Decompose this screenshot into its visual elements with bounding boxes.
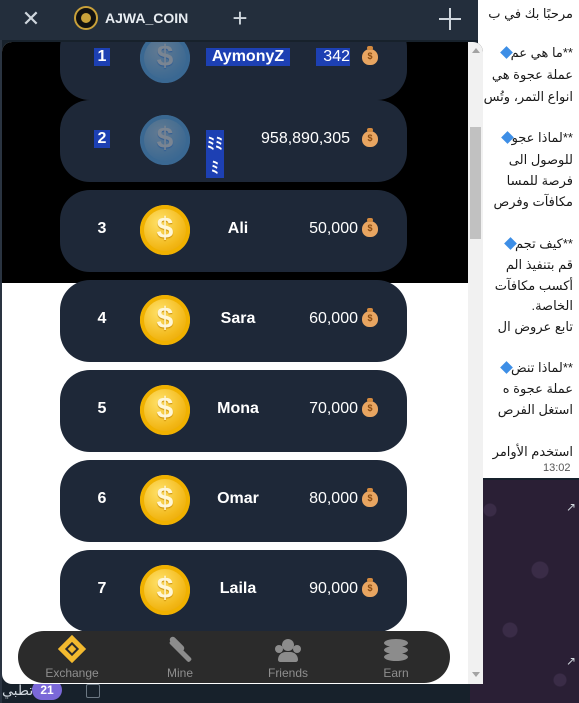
code-icon[interactable] <box>86 684 100 698</box>
nav-earn[interactable]: Earn <box>342 631 450 683</box>
chat-line: تابع عروض ال <box>497 319 573 334</box>
money-bag-icon <box>362 488 378 507</box>
chat-line: **لماذا عجو <box>499 130 573 146</box>
rank-number: 5 <box>97 400 107 417</box>
chat-line: أكسب مكافآت <box>494 278 573 293</box>
chat-line: عملة عجوة هي <box>491 67 573 82</box>
nav-mine[interactable]: Mine <box>126 631 234 683</box>
chat-line-text: **لماذا عجو <box>511 130 573 145</box>
message-timestamp: 13:02 <box>543 462 571 474</box>
dollar-coin-icon <box>140 205 190 255</box>
money-bag-icon <box>362 578 378 597</box>
rank-number: 3 <box>97 220 107 237</box>
dollar-coin-icon <box>140 42 190 83</box>
app-logo-icon <box>74 6 98 30</box>
rank-number: 6 <box>97 490 107 507</box>
nav-friends[interactable]: Friends <box>234 631 342 683</box>
player-name: ﾐﾐﾐ <box>206 130 224 178</box>
chat-line-text: **ما هي عم <box>510 45 573 60</box>
move-icon[interactable] <box>439 8 461 30</box>
close-button[interactable]: ✕ <box>20 8 42 30</box>
nav-label: Friends <box>267 666 308 680</box>
chat-line: الخاصة. <box>531 298 573 313</box>
pickaxe-icon <box>166 635 194 663</box>
player-score: 90,000 <box>309 580 358 597</box>
dollar-coin-icon <box>140 385 190 435</box>
nav-exchange[interactable]: Exchange <box>18 631 126 683</box>
bottom-navigation: Exchange Mine Friends Earn <box>18 631 450 683</box>
nav-label: Earn <box>383 666 409 680</box>
chat-line: فرصة للمسا <box>506 173 573 188</box>
coins-stack-icon <box>382 635 410 663</box>
scroll-up-arrow-icon[interactable] <box>472 48 480 53</box>
chat-line: **كيف تجم <box>502 236 573 252</box>
chat-line: عملة عجوة ه <box>502 381 573 396</box>
chat-line-text: **كيف تجم <box>515 236 573 251</box>
player-name: Ali <box>227 220 249 237</box>
money-bag-icon <box>362 398 378 417</box>
chat-line: استغل الفرص <box>497 402 573 417</box>
chat-line-text: **لماذا تنض <box>510 360 573 375</box>
player-score: 60,000 <box>309 310 358 327</box>
player-name: Mona <box>217 400 259 417</box>
chat-line: قم بتنفيذ الم <box>505 257 573 272</box>
scrollbar-thumb[interactable] <box>470 127 481 239</box>
player-name: Omar <box>217 490 259 507</box>
dollar-coin-icon <box>140 115 190 165</box>
nav-label: Mine <box>166 666 193 680</box>
dollar-coin-icon <box>140 295 190 345</box>
player-score: 342 <box>316 48 350 66</box>
chat-line: استخدم الأوامر <box>492 444 573 459</box>
player-score: 70,000 <box>309 400 358 417</box>
chat-line: مرحبًا بك في ب <box>488 6 573 21</box>
leaderboard-card[interactable]: 5 Mona 70,000 <box>60 370 407 452</box>
friends-icon <box>274 635 302 663</box>
expand-arrow-icon[interactable]: ↗ <box>566 500 576 514</box>
expand-arrow-icon[interactable]: ↗ <box>566 654 576 668</box>
leaderboard-card[interactable]: 1 AymonyZ 342 <box>60 42 407 100</box>
player-score: 958,890,305 <box>261 130 350 147</box>
app-title: AJWA_COIN <box>105 10 189 26</box>
money-bag-icon <box>362 128 378 147</box>
dollar-coin-icon <box>140 565 190 615</box>
chat-wallpaper <box>470 480 579 703</box>
chat-line: **لماذا تنض <box>498 360 573 376</box>
chat-line: انواع التمر، وتُس <box>483 89 573 104</box>
rank-number: 2 <box>94 130 110 148</box>
chat-message-bubble: مرحبًا بك في ب **ما هي عم عملة عجوة هي ا… <box>478 0 579 478</box>
binance-icon <box>57 634 87 664</box>
leaderboard-card[interactable]: 6 Omar 80,000 <box>60 460 407 542</box>
player-name: AymonyZ <box>206 48 290 66</box>
rank-number: 7 <box>97 580 107 597</box>
chat-preview-text: تطبي <box>2 682 34 698</box>
new-tab-button[interactable]: + <box>228 5 252 31</box>
money-bag-icon <box>362 218 378 237</box>
chat-line: مكافآت وفرص <box>493 194 573 209</box>
dollar-coin-icon <box>140 475 190 525</box>
leaderboard-card[interactable]: 2 ﾐﾐﾐ 958,890,305 <box>60 100 407 182</box>
player-score: 80,000 <box>309 490 358 507</box>
scroll-down-arrow-icon[interactable] <box>472 672 480 677</box>
player-name: Laila <box>219 580 257 597</box>
leaderboard-card[interactable]: 4 Sara 60,000 <box>60 280 407 362</box>
chat-line: **ما هي عم <box>498 45 573 61</box>
rank-number: 4 <box>97 310 107 327</box>
money-bag-icon <box>362 308 378 327</box>
rank-number: 1 <box>94 48 110 66</box>
player-score: 50,000 <box>309 220 358 237</box>
leaderboard-card[interactable]: 3 Ali 50,000 <box>60 190 407 272</box>
nav-label: Exchange <box>45 666 99 680</box>
money-bag-icon <box>362 46 378 65</box>
mini-app-panel: 1 AymonyZ 342 2 ﾐﾐﾐ 958,890,305 3 Ali 50… <box>2 42 483 684</box>
chat-line: للوصول الى <box>508 152 573 167</box>
leaderboard-card[interactable]: 7 Laila 90,000 <box>60 550 407 632</box>
player-name: Sara <box>220 310 256 327</box>
